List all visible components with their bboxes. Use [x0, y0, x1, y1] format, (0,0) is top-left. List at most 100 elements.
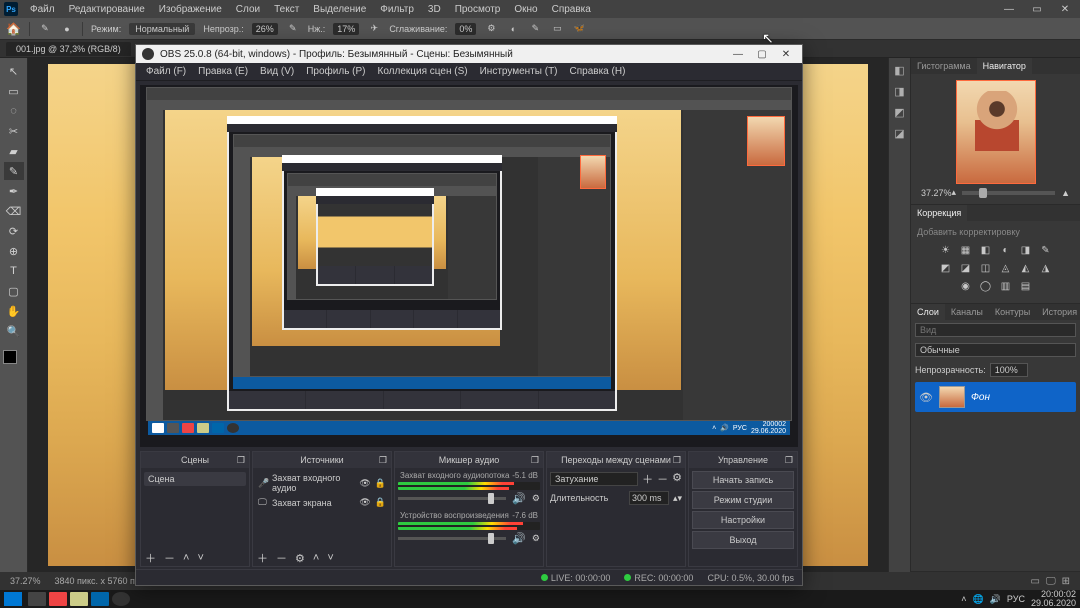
- nav-zoom-slider[interactable]: [962, 191, 1055, 195]
- type-tool[interactable]: T: [4, 262, 24, 280]
- home-icon[interactable]: 🏠: [6, 22, 21, 36]
- obs-menu-profile[interactable]: Профиль (P): [302, 64, 369, 79]
- minimize-button[interactable]: —: [998, 2, 1020, 17]
- adj-icon[interactable]: ◩: [939, 261, 953, 275]
- nav-zoom-in-icon[interactable]: ▲: [1061, 188, 1070, 198]
- obs-minimize-button[interactable]: —: [728, 49, 748, 60]
- transition-remove-button[interactable]: －: [657, 471, 668, 487]
- adj-brightness-icon[interactable]: ☀: [939, 243, 953, 257]
- obs-titlebar[interactable]: OBS 25.0.8 (64-bit, windows) - Профиль: …: [136, 45, 802, 63]
- symmetry-icon[interactable]: ✎: [528, 23, 542, 34]
- marquee-tool[interactable]: ▭: [4, 82, 24, 100]
- exit-button[interactable]: Выход: [692, 531, 794, 549]
- dock-popout-icon[interactable]: ❐: [673, 455, 681, 466]
- adj-levels-icon[interactable]: ▦: [959, 243, 973, 257]
- scene-remove-button[interactable]: －: [164, 550, 175, 566]
- color-swatches[interactable]: [3, 350, 25, 372]
- tab-navigator[interactable]: Навигатор: [977, 58, 1032, 74]
- tray-up-icon[interactable]: ˄: [961, 594, 966, 604]
- taskbar-app-ps[interactable]: [91, 592, 109, 606]
- menu-text[interactable]: Текст: [268, 2, 305, 17]
- tab-histogram[interactable]: Гистограмма: [911, 58, 977, 74]
- rail-icon[interactable]: ◪: [894, 127, 904, 140]
- menu-view[interactable]: Просмотр: [449, 2, 507, 17]
- adj-hue-icon[interactable]: ✎: [1039, 243, 1053, 257]
- settings-button[interactable]: Настройки: [692, 511, 794, 529]
- close-button[interactable]: ✕: [1054, 2, 1076, 17]
- adj-icon[interactable]: ◉: [959, 279, 973, 293]
- dock-popout-icon[interactable]: ❐: [237, 455, 245, 466]
- source-item[interactable]: 🖵 Захват экрана 👁🔒: [256, 495, 388, 510]
- obs-close-button[interactable]: ✕: [776, 49, 796, 60]
- rail-icon[interactable]: ◨: [894, 85, 904, 98]
- frame-tool[interactable]: ▰: [4, 142, 24, 160]
- volume-slider[interactable]: [398, 497, 506, 500]
- mode-dropdown[interactable]: Нормальный: [129, 23, 195, 35]
- obs-menu-help[interactable]: Справка (H): [566, 64, 630, 79]
- adj-vibrance-icon[interactable]: ◨: [1019, 243, 1033, 257]
- adj-icon[interactable]: ▤: [1019, 279, 1033, 293]
- source-add-button[interactable]: ＋: [257, 550, 268, 566]
- layer-item[interactable]: 👁 Фон: [915, 382, 1076, 412]
- document-tab[interactable]: 001.jpg @ 37,3% (RGB/8): [6, 42, 131, 56]
- flow-value[interactable]: 17%: [333, 23, 359, 35]
- taskbar-app-obs[interactable]: [112, 592, 130, 606]
- move-tool[interactable]: ↖: [4, 62, 24, 80]
- transition-type-dropdown[interactable]: Затухание: [550, 472, 638, 486]
- source-lock-icon[interactable]: 🔒: [375, 497, 386, 508]
- tablet-icon[interactable]: ▭: [550, 23, 564, 34]
- scene-down-button[interactable]: ˅: [197, 552, 203, 564]
- transition-add-button[interactable]: ＋: [642, 471, 653, 487]
- studio-mode-button[interactable]: Режим студии: [692, 491, 794, 509]
- rotate-tool[interactable]: ⟳: [4, 222, 24, 240]
- menu-3d[interactable]: 3D: [422, 2, 447, 17]
- menu-image[interactable]: Изображение: [153, 2, 228, 17]
- lasso-tool[interactable]: ◌: [4, 102, 24, 120]
- navigator-thumbnail[interactable]: [956, 80, 1036, 184]
- hand-tool[interactable]: ✋: [4, 302, 24, 320]
- pen-tool[interactable]: ✒: [4, 182, 24, 200]
- tray-network-icon[interactable]: 🌐: [972, 594, 983, 605]
- duration-stepper[interactable]: ▴▾: [673, 493, 682, 504]
- obs-menu-view[interactable]: Вид (V): [256, 64, 298, 79]
- visibility-icon[interactable]: 👁: [919, 391, 933, 404]
- adj-icon[interactable]: ◮: [1039, 261, 1053, 275]
- source-visibility-icon[interactable]: 👁: [359, 497, 370, 508]
- maximize-button[interactable]: ▭: [1026, 2, 1048, 17]
- scene-item[interactable]: Сцена: [144, 472, 246, 486]
- menu-file[interactable]: Файл: [24, 2, 61, 17]
- brush-preset-icon[interactable]: ✎: [38, 23, 52, 34]
- start-recording-button[interactable]: Начать запись: [692, 471, 794, 489]
- source-settings-button[interactable]: ⚙: [295, 552, 305, 565]
- tab-history[interactable]: История: [1036, 304, 1080, 320]
- taskbar-app-folder[interactable]: [70, 592, 88, 606]
- layer-opacity-value[interactable]: 100%: [990, 363, 1028, 377]
- gear-icon[interactable]: ⚙: [484, 23, 498, 34]
- zoom-tool[interactable]: 🔍: [4, 322, 24, 340]
- adj-icon[interactable]: ◫: [979, 261, 993, 275]
- adj-icon[interactable]: ◭: [1019, 261, 1033, 275]
- mixer-settings-icon[interactable]: ⚙: [532, 533, 540, 544]
- tab-channels[interactable]: Каналы: [945, 304, 989, 320]
- menu-edit[interactable]: Редактирование: [63, 2, 151, 17]
- obs-maximize-button[interactable]: ▢: [752, 49, 772, 60]
- obs-menu-scenes[interactable]: Коллекция сцен (S): [374, 64, 472, 79]
- layer-blendmode[interactable]: Обычные: [915, 343, 1076, 357]
- layer-search-input[interactable]: [915, 323, 1076, 337]
- sb-icon[interactable]: ⊞: [1062, 576, 1070, 587]
- menu-layers[interactable]: Слои: [230, 2, 266, 17]
- butterfly-icon[interactable]: 🦋: [572, 23, 586, 34]
- adj-icon[interactable]: ▥: [999, 279, 1013, 293]
- tab-adjustments[interactable]: Коррекция: [911, 205, 967, 221]
- volume-slider[interactable]: [398, 537, 506, 540]
- source-down-button[interactable]: ˅: [327, 552, 333, 564]
- scene-add-button[interactable]: ＋: [145, 550, 156, 566]
- sb-icon[interactable]: ▭: [1031, 576, 1040, 587]
- tray-lang[interactable]: РУС: [1007, 594, 1025, 604]
- source-item[interactable]: 🎤 Захват входного аудио 👁🔒: [256, 471, 388, 495]
- rail-icon[interactable]: ◧: [894, 64, 904, 77]
- adj-icon[interactable]: ◯: [979, 279, 993, 293]
- angle-icon[interactable]: ◐: [506, 24, 520, 34]
- tray-sound-icon[interactable]: 🔊: [990, 594, 1001, 605]
- mute-icon[interactable]: 🔊: [512, 532, 526, 545]
